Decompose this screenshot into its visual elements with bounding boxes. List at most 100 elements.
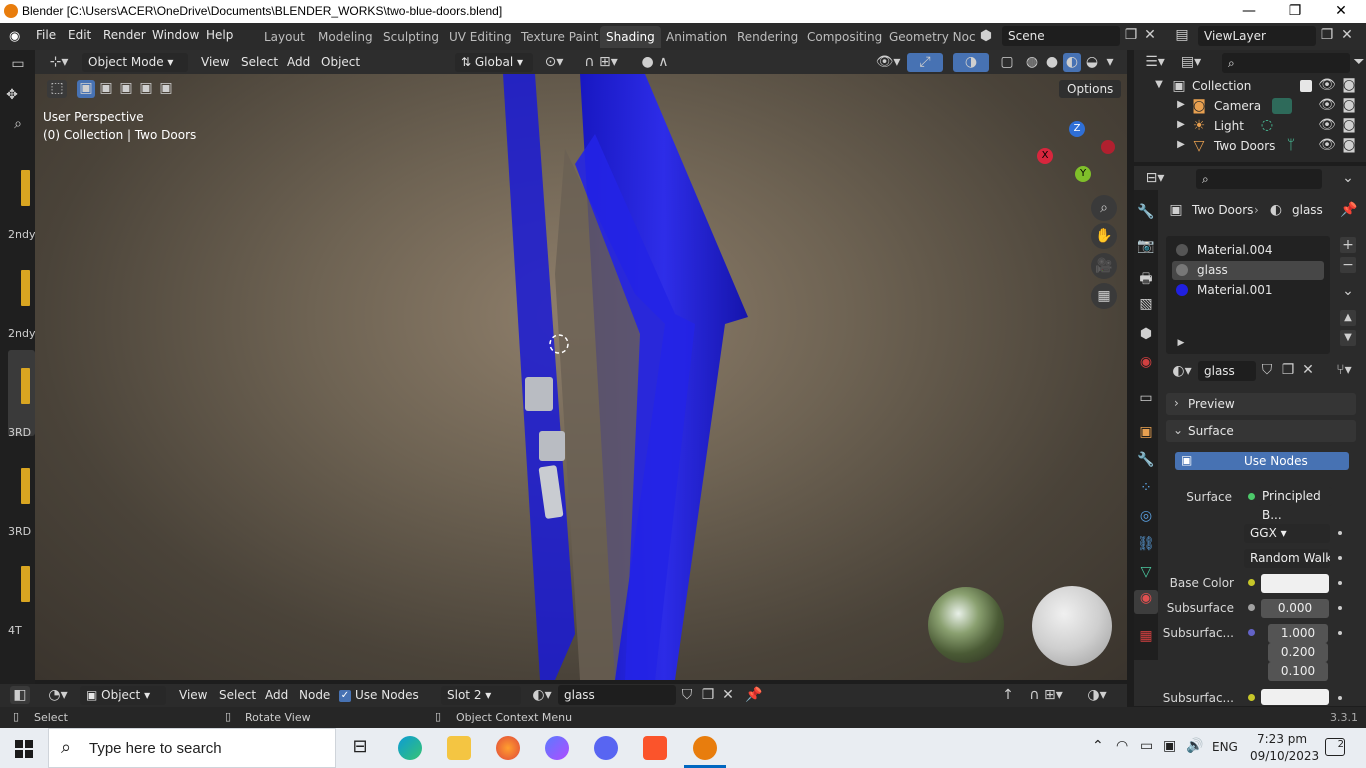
select-mode-subtract-icon[interactable]: ▣: [117, 80, 135, 98]
camera-render-icon[interactable]: ◙: [1340, 137, 1358, 153]
notification-icon[interactable]: 2: [1325, 738, 1345, 756]
new-scene-icon[interactable]: ❐: [1124, 27, 1138, 43]
menu-edit[interactable]: Edit: [68, 28, 91, 42]
modifier-data-icon[interactable]: ᛘ: [1284, 137, 1298, 153]
camera-view-icon[interactable]: 🎥: [1091, 253, 1117, 279]
visibility-icon[interactable]: 👁▾: [873, 53, 903, 72]
include-checkbox[interactable]: [1300, 80, 1312, 92]
pin-icon[interactable]: 📌: [745, 686, 763, 705]
material-name-field[interactable]: glass: [1198, 361, 1256, 381]
pan-hand-icon[interactable]: ✋: [1091, 223, 1117, 249]
eye-icon[interactable]: 👁: [1318, 137, 1336, 153]
node-menu-select[interactable]: Select: [219, 686, 256, 705]
shader-editor-type-icon[interactable]: ◧: [10, 686, 30, 704]
object-shader-dropdown[interactable]: ▣ Object ▾: [80, 686, 166, 705]
outliner-row-light[interactable]: ▶ ☀ Light ◌ 👁 ◙: [1134, 116, 1366, 136]
volume-icon[interactable]: 🔊: [1186, 738, 1203, 754]
slot-dropdown[interactable]: Slot 2 ▾: [441, 686, 521, 705]
shader-type-icon[interactable]: ◔▾: [44, 686, 72, 705]
file-browser-icon[interactable]: ▭: [8, 56, 28, 72]
snap-icon[interactable]: ∩ ⊞▾: [577, 53, 625, 72]
pivot-icon[interactable]: ⊙▾: [540, 53, 568, 72]
discord-icon[interactable]: [594, 736, 618, 760]
eye-icon[interactable]: 👁: [1318, 97, 1336, 113]
zoom-icon[interactable]: ⌕: [1091, 195, 1117, 221]
unlink-material-icon[interactable]: ✕: [1299, 362, 1317, 378]
base-color-swatch[interactable]: [1261, 574, 1329, 593]
clock-date[interactable]: 09/10/2023: [1250, 749, 1319, 763]
menu-add[interactable]: Add: [287, 53, 310, 72]
properties-editor-icon[interactable]: ⊟▾: [1142, 170, 1168, 186]
proportional-edit-icon[interactable]: ● ∧: [635, 53, 675, 72]
new-view-layer-icon[interactable]: ❐: [1320, 27, 1334, 43]
network-icon[interactable]: ▣: [1163, 738, 1176, 754]
select-box-tool-icon[interactable]: ⬚: [47, 80, 67, 98]
browse-material-icon[interactable]: ◐▾: [1168, 363, 1196, 379]
material-slot-item[interactable]: Material.001: [1172, 281, 1324, 300]
tab-animation[interactable]: Animation: [660, 26, 733, 48]
scene-field[interactable]: Scene: [1002, 26, 1120, 46]
gizmo-z-axis[interactable]: Z: [1069, 121, 1085, 137]
scene-tab-icon[interactable]: ⬢: [1136, 326, 1156, 342]
rendered-shading-icon[interactable]: ◒: [1083, 53, 1101, 72]
tab-geometry-nodes[interactable]: Geometry Noc: [883, 26, 982, 48]
duplicate-material-icon[interactable]: ❐: [699, 686, 717, 705]
editor-type-icon[interactable]: ⊹▾: [45, 53, 73, 72]
options-chevron-icon[interactable]: ⌄: [1340, 170, 1356, 186]
eye-icon[interactable]: 👁: [1318, 117, 1336, 133]
modifier-tab-icon[interactable]: 🔧: [1136, 452, 1156, 468]
overlay-toggle-icon[interactable]: ◑: [953, 53, 989, 72]
tab-rendering[interactable]: Rendering: [731, 26, 804, 48]
options-button[interactable]: Options: [1059, 80, 1122, 98]
parent-node-icon[interactable]: ↑: [998, 686, 1018, 705]
light-data-icon[interactable]: ◌: [1258, 117, 1276, 133]
windows-start-icon[interactable]: [15, 740, 33, 758]
camera-render-icon[interactable]: ◙: [1340, 77, 1358, 93]
surface-panel-header[interactable]: ⌄ Surface: [1166, 420, 1356, 442]
node-menu-node[interactable]: Node: [299, 686, 330, 705]
shading-options-icon[interactable]: ▾: [1103, 53, 1117, 72]
use-nodes-checkbox[interactable]: ✓: [339, 690, 351, 702]
solid-shading-icon[interactable]: ●: [1043, 53, 1061, 72]
battery-icon[interactable]: ▭: [1140, 738, 1153, 754]
texture-tab-icon[interactable]: ▦: [1136, 628, 1156, 644]
edge-icon[interactable]: [398, 736, 422, 760]
pin-icon[interactable]: 📌: [1340, 202, 1357, 218]
wireframe-shading-icon[interactable]: ◍: [1023, 53, 1041, 72]
properties-search[interactable]: ⌕: [1196, 169, 1322, 189]
brave-icon[interactable]: [643, 736, 667, 760]
material-shading-icon[interactable]: ◐: [1063, 53, 1081, 72]
subsurface-color-swatch[interactable]: [1261, 689, 1329, 705]
render-tab-icon[interactable]: 📷: [1136, 238, 1156, 254]
node-snap-icon[interactable]: ∩ ⊞▾: [1022, 686, 1070, 705]
tab-layout[interactable]: Layout: [258, 26, 311, 48]
menu-help[interactable]: Help: [206, 28, 233, 42]
radius-x-field[interactable]: 1.000: [1268, 624, 1328, 643]
select-mode-intersect-icon[interactable]: ▣: [157, 80, 175, 98]
select-mode-extend-icon[interactable]: ▣: [97, 80, 115, 98]
ortho-grid-icon[interactable]: ▦: [1091, 283, 1117, 309]
subsurface-value-field[interactable]: 0.000: [1261, 599, 1329, 618]
wifi-icon[interactable]: ◠: [1116, 738, 1128, 754]
material-slot-item[interactable]: Material.004: [1172, 241, 1324, 260]
blender-menu-icon[interactable]: ◉: [9, 29, 25, 44]
subsurface-method-dropdown[interactable]: Random Walk: [1244, 549, 1330, 568]
expand-icon[interactable]: ▼: [1154, 79, 1164, 90]
output-tab-icon[interactable]: 🖶: [1136, 268, 1156, 292]
remove-slot-icon[interactable]: −: [1340, 257, 1356, 273]
view-layer-icon[interactable]: ▤: [1170, 27, 1194, 43]
particles-tab-icon[interactable]: ⁘: [1136, 480, 1156, 496]
blender-taskbar-icon[interactable]: [693, 736, 717, 760]
xray-icon[interactable]: ▢: [997, 53, 1017, 72]
list-expand-icon[interactable]: ▶: [1176, 338, 1186, 348]
move-up-icon[interactable]: ▲: [1340, 310, 1356, 326]
duplicate-material-icon[interactable]: ❐: [1279, 362, 1297, 378]
taskbar-search-box[interactable]: ⌕ Type here to search: [48, 728, 336, 768]
object-tab-icon[interactable]: ▣: [1136, 424, 1156, 440]
expand-icon[interactable]: ▶: [1176, 99, 1186, 110]
delete-view-layer-icon[interactable]: ✕: [1340, 27, 1354, 43]
delete-scene-icon[interactable]: ✕: [1143, 27, 1157, 43]
orientation-dropdown[interactable]: ⇅ Global ▾: [455, 53, 533, 72]
3d-viewport[interactable]: ⬚ ▣ ▣ ▣ ▣ ▣ User Perspective (0) Collect…: [35, 74, 1127, 680]
node-menu-view[interactable]: View: [179, 686, 207, 705]
